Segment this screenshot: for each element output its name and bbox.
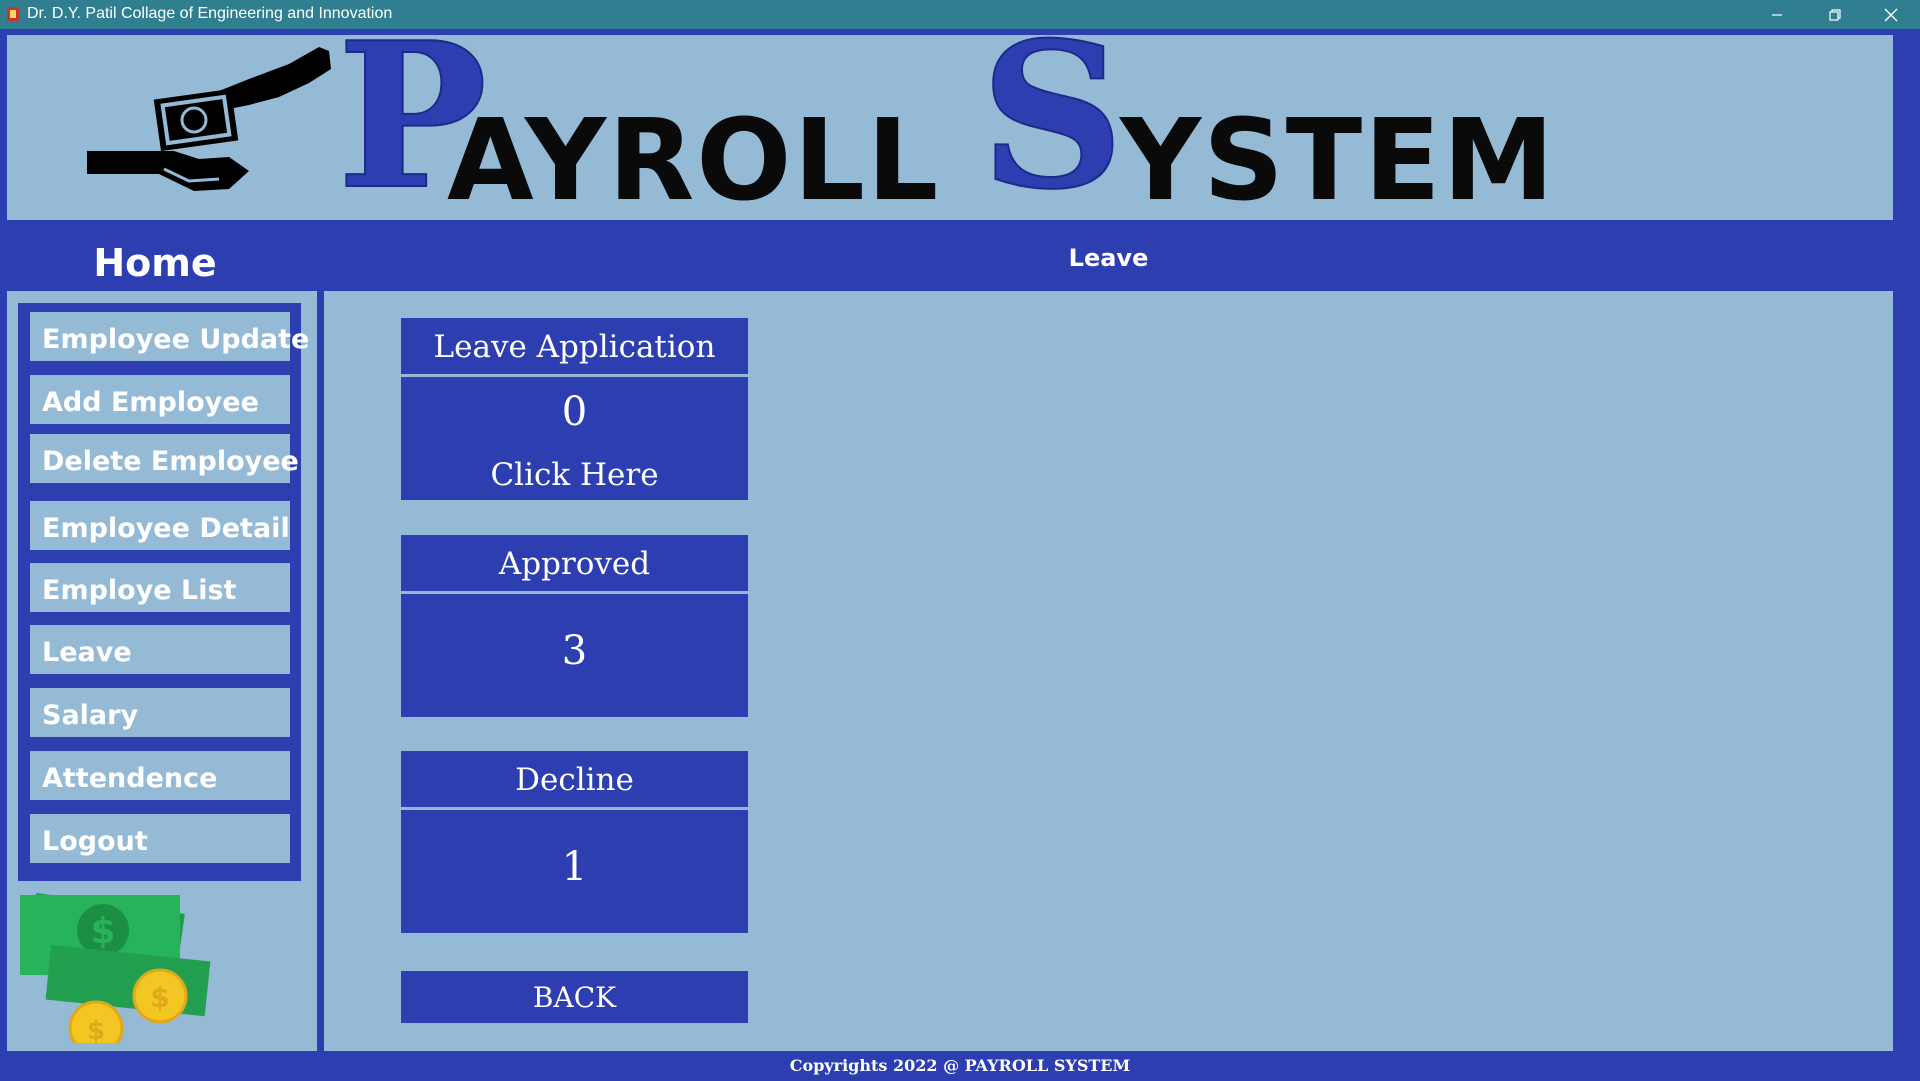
- sidebar-item-employee-update[interactable]: Employee Update: [28, 310, 309, 363]
- cash-coins-icon: $ $ $: [20, 893, 211, 1043]
- leave-application-count: 0: [561, 389, 588, 435]
- decline-label: Decline: [401, 751, 748, 807]
- approved-label: Approved: [401, 535, 748, 591]
- svg-text:$: $: [87, 1016, 105, 1043]
- brand-word-payroll: AYROLL: [447, 96, 941, 226]
- back-button[interactable]: BACK: [401, 971, 748, 1023]
- decline-card: 1: [401, 810, 748, 933]
- brand-initial-s: S: [979, 0, 1125, 234]
- minimize-icon[interactable]: [1748, 0, 1806, 29]
- brand-word-system: YSTEM: [1120, 96, 1557, 226]
- approved-count: 3: [561, 628, 588, 674]
- sidebar-item-delete-employee[interactable]: Delete Employee: [28, 432, 299, 485]
- leave-application-label: Leave Application: [401, 318, 748, 374]
- section-title: Leave: [324, 233, 1893, 291]
- sidebar-item-attendence[interactable]: Attendence: [28, 749, 292, 802]
- sidebar-item-logout[interactable]: Logout: [28, 812, 292, 865]
- app-header: P AYROLL S YSTEM: [7, 16, 1893, 226]
- close-icon[interactable]: [1862, 0, 1920, 29]
- header-divider: [7, 220, 1893, 222]
- sidebar-title: Home: [93, 241, 217, 285]
- window-titlebar: Dr. D.Y. Patil Collage of Engineering an…: [0, 0, 1920, 29]
- decline-count: 1: [561, 844, 588, 890]
- hands-money-icon: [87, 47, 331, 191]
- sidebar-item-employee-detail[interactable]: Employee Detail: [28, 499, 292, 552]
- sidebar-item-salary[interactable]: Salary: [28, 686, 292, 739]
- svg-text:$: $: [150, 981, 169, 1014]
- sidebar-item-employe-list[interactable]: Employe List: [28, 561, 292, 614]
- approved-card: 3: [401, 594, 748, 717]
- sidebar-item-add-employee[interactable]: Add Employee: [28, 373, 292, 426]
- restore-icon[interactable]: [1806, 0, 1864, 29]
- leave-application-card[interactable]: 0 Click Here: [401, 377, 748, 500]
- footer-copyright: Copyrights 2022 @ PAYROLL SYSTEM: [0, 1051, 1920, 1080]
- svg-text:$: $: [90, 911, 115, 952]
- sidebar-item-leave[interactable]: Leave: [28, 623, 292, 676]
- leave-application-click-here[interactable]: Click Here: [401, 457, 748, 493]
- app-icon: [7, 7, 19, 21]
